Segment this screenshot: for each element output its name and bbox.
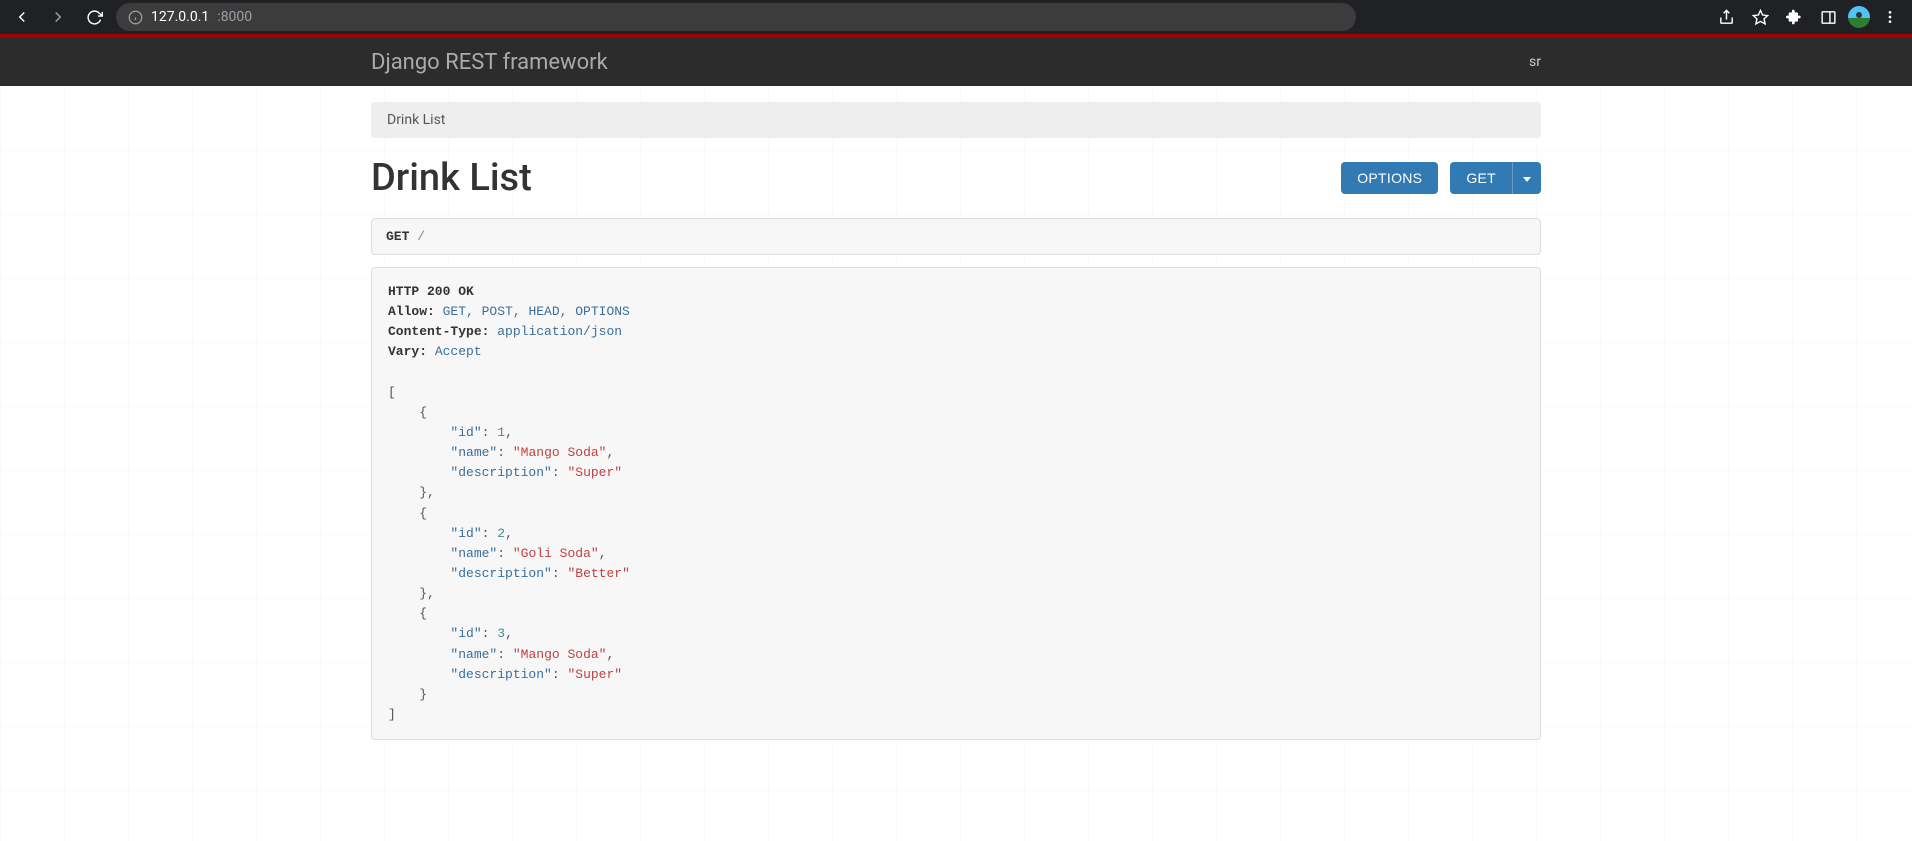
response-panel: HTTP 200 OK Allow: GET, POST, HEAD, OPTI… bbox=[371, 267, 1541, 740]
back-button[interactable] bbox=[8, 3, 36, 31]
reload-button[interactable] bbox=[80, 3, 108, 31]
browser-actions bbox=[1712, 3, 1904, 31]
get-dropdown-toggle[interactable] bbox=[1512, 162, 1541, 194]
profile-avatar[interactable] bbox=[1848, 6, 1870, 28]
chevron-down-icon bbox=[1523, 177, 1531, 182]
options-button[interactable]: OPTIONS bbox=[1341, 162, 1438, 194]
forward-button[interactable] bbox=[44, 3, 72, 31]
get-button-group: GET bbox=[1450, 162, 1541, 194]
browser-toolbar: 127.0.0.1 :8000 bbox=[0, 0, 1912, 34]
breadcrumb-current[interactable]: Drink List bbox=[387, 112, 445, 128]
request-panel: GET / bbox=[371, 218, 1541, 255]
request-method: GET bbox=[386, 229, 409, 244]
user-menu[interactable]: sr bbox=[1529, 54, 1541, 70]
url-host: 127.0.0.1 bbox=[151, 9, 209, 25]
page-viewport[interactable]: Drink List Drink List OPTIONS GET GET / … bbox=[0, 86, 1912, 841]
share-icon[interactable] bbox=[1712, 3, 1740, 31]
app-navbar: Django REST framework sr bbox=[0, 38, 1912, 86]
url-port: :8000 bbox=[217, 9, 252, 25]
bookmark-star-icon[interactable] bbox=[1746, 3, 1774, 31]
brand-link[interactable]: Django REST framework bbox=[371, 50, 608, 75]
extensions-icon[interactable] bbox=[1780, 3, 1808, 31]
get-button[interactable]: GET bbox=[1450, 162, 1512, 194]
address-bar[interactable]: 127.0.0.1 :8000 bbox=[116, 3, 1356, 31]
kebab-menu-icon[interactable] bbox=[1876, 3, 1904, 31]
panel-icon[interactable] bbox=[1814, 3, 1842, 31]
page-title: Drink List bbox=[371, 156, 532, 200]
breadcrumb: Drink List bbox=[371, 102, 1541, 138]
site-info-icon[interactable] bbox=[128, 10, 143, 25]
action-buttons: OPTIONS GET bbox=[1341, 162, 1541, 194]
request-path: / bbox=[417, 229, 425, 244]
